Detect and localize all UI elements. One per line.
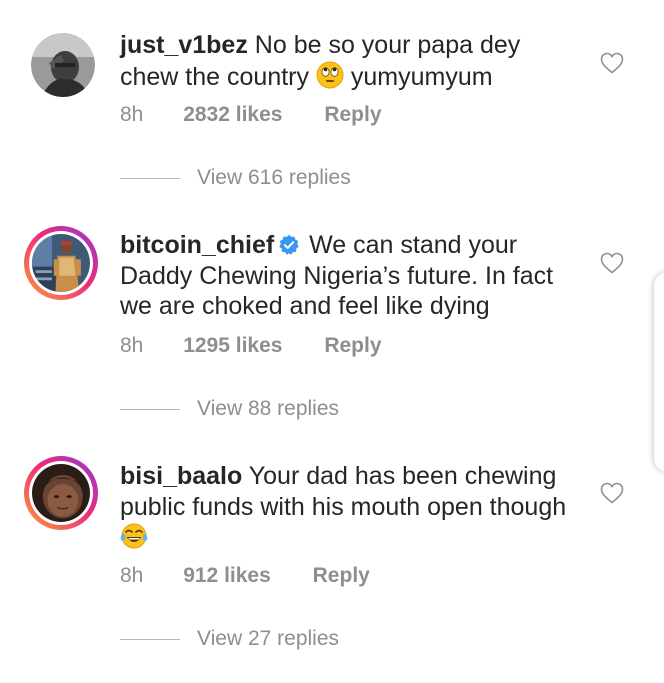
view-replies-label: View 88 replies <box>197 397 340 420</box>
comment-time: 8h <box>120 103 144 126</box>
view-replies-link[interactable]: View 616 replies <box>120 166 351 190</box>
comment-username[interactable]: bisi_baalo <box>120 462 242 490</box>
view-replies-label: View 27 replies <box>197 627 340 650</box>
comment-username[interactable]: bitcoin_chief <box>120 231 274 259</box>
comment-meta: 8h 2832 likes Reply <box>120 103 382 127</box>
divider-line <box>120 177 180 179</box>
avatar-photo <box>32 234 90 292</box>
avatar[interactable] <box>31 33 95 97</box>
comment-text: just_v1bez No be so your papa dey chew t… <box>120 30 570 92</box>
reply-button[interactable]: Reply <box>313 564 370 587</box>
verified-badge-icon <box>279 234 299 255</box>
avatar-inner <box>29 231 93 295</box>
divider-line <box>120 638 180 640</box>
comment-meta: 8h 1295 likes Reply <box>120 334 382 358</box>
view-replies-label: View 616 replies <box>197 166 351 189</box>
tears-of-joy-emoji-icon <box>120 523 148 549</box>
comment-time: 8h <box>120 564 144 587</box>
view-replies-link[interactable]: View 88 replies <box>120 397 339 421</box>
avatar-inner <box>29 461 93 525</box>
comment-likes[interactable]: 1295 likes <box>183 334 282 357</box>
heart-outline-icon[interactable] <box>600 482 624 504</box>
avatar[interactable] <box>24 456 98 530</box>
heart-outline-icon[interactable] <box>600 252 624 274</box>
heart-outline-icon[interactable] <box>600 52 624 74</box>
comment-text: bisi_baalo Your dad has been chewing pub… <box>120 461 570 554</box>
avatar[interactable] <box>24 226 98 300</box>
comment-likes[interactable]: 2832 likes <box>183 103 282 126</box>
comment-meta: 8h 912 likes Reply <box>120 564 370 588</box>
comment-likes[interactable]: 912 likes <box>183 564 271 587</box>
reply-button[interactable]: Reply <box>324 334 381 357</box>
divider-line <box>120 408 180 410</box>
view-replies-link[interactable]: View 27 replies <box>120 627 339 651</box>
side-panel-edge[interactable] <box>654 272 664 472</box>
comment-time: 8h <box>120 334 144 357</box>
comment-username[interactable]: just_v1bez <box>120 31 248 59</box>
reply-button[interactable]: Reply <box>324 103 381 126</box>
rolling-eyes-emoji-icon <box>316 61 344 88</box>
avatar-photo <box>32 464 90 522</box>
avatar-photo <box>31 33 95 97</box>
comment-text: bitcoin_chief We can stand your Daddy Ch… <box>120 230 570 322</box>
comment-body-tail: yumyumyum <box>350 62 493 91</box>
